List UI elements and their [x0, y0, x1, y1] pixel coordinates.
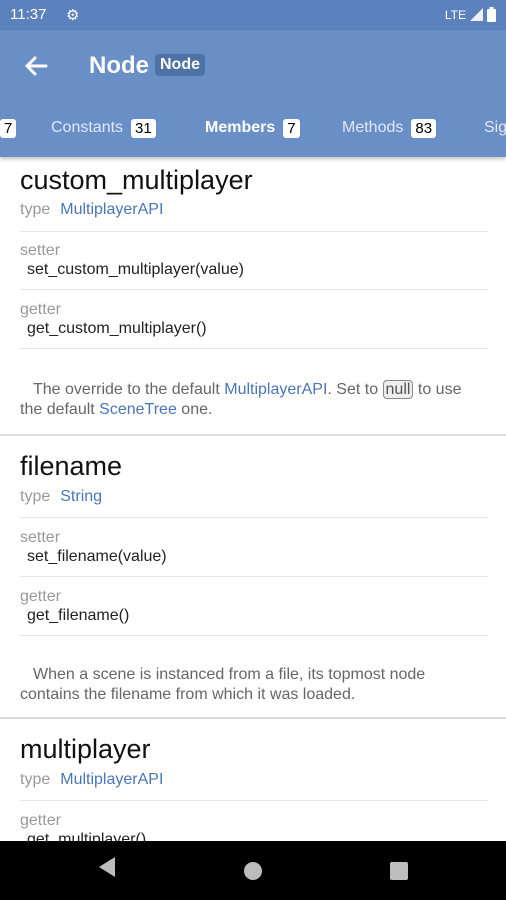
link-multiplayerapi[interactable]: MultiplayerAPI [224, 381, 327, 398]
member-description: When a scene is instanced from a file, i… [20, 666, 426, 703]
member-name: multiplayer [20, 734, 151, 764]
tab-label: Members [205, 119, 276, 136]
member-description: The override to the default MultiplayerA… [20, 380, 462, 418]
arrow-left-icon[interactable] [20, 50, 52, 82]
tab-count: 7 [283, 118, 300, 138]
divider [20, 635, 488, 636]
app-bar: Node Node 7 Constants 31 Members 7 Metho… [0, 30, 506, 157]
tab-methods[interactable]: Methods 83 [342, 108, 437, 148]
tab-signals[interactable]: Sig [484, 108, 506, 148]
tab-label: Methods [342, 119, 404, 136]
type-label: type [20, 771, 51, 788]
divider [20, 348, 488, 349]
tab-bar: 7 Constants 31 Members 7 Methods 83 Sig [0, 108, 506, 148]
gear-icon: ⚙ [66, 7, 80, 24]
member-name: custom_multiplayer [20, 165, 253, 195]
page-title: Node [89, 52, 149, 79]
setter-label: setter [20, 242, 61, 259]
type-link[interactable]: String [60, 488, 102, 505]
class-chip: Node [155, 54, 205, 76]
type-link[interactable]: MultiplayerAPI [60, 771, 163, 788]
divider [20, 800, 488, 801]
nav-recents-icon[interactable] [390, 862, 408, 880]
divider [20, 517, 488, 518]
nav-home-icon[interactable] [243, 861, 263, 881]
signal-icon [470, 8, 483, 21]
link-scenetree[interactable]: SceneTree [99, 401, 177, 418]
tab-constants[interactable]: Constants 31 [51, 108, 156, 148]
setter-label: setter [20, 529, 61, 546]
getter-label: getter [20, 588, 61, 605]
tab-label: Sig [484, 119, 506, 136]
divider [20, 289, 488, 290]
tab-count: 83 [411, 118, 437, 138]
member-type-line: type String [20, 488, 102, 506]
status-bar: 11:37 ⚙ LTE [0, 0, 506, 30]
divider [20, 231, 488, 232]
section-separator [0, 717, 506, 719]
section-separator [0, 434, 506, 436]
setter-value: set_filename(value) [27, 548, 167, 565]
tab-count: 31 [131, 118, 156, 138]
member-type-line: type MultiplayerAPI [20, 201, 163, 219]
type-label: type [20, 201, 51, 218]
member-type-line: type MultiplayerAPI [20, 771, 163, 789]
status-right: LTE [445, 7, 496, 22]
status-time: 11:37 [10, 6, 47, 23]
divider [20, 576, 488, 577]
network-label: LTE [444, 7, 466, 22]
code-null: null [382, 380, 414, 399]
system-nav-bar [0, 841, 506, 900]
getter-label: getter [20, 301, 61, 318]
tab-previous[interactable]: 7 [0, 108, 17, 148]
getter-value: get_filename() [27, 607, 130, 624]
nav-back-icon[interactable] [97, 856, 117, 878]
battery-icon [487, 7, 496, 22]
getter-value: get_custom_multiplayer() [27, 320, 207, 337]
getter-value: get_multiplayer() [27, 831, 147, 841]
setter-value: set_custom_multiplayer(value) [27, 261, 244, 278]
type-link[interactable]: MultiplayerAPI [60, 201, 163, 218]
member-name: filename [20, 451, 123, 481]
tab-members[interactable]: Members 7 [205, 108, 300, 148]
tab-count: 7 [0, 118, 17, 138]
members-list[interactable]: custom_multiplayer type MultiplayerAPI se… [0, 157, 506, 841]
tab-label: Constants [51, 119, 124, 136]
type-label: type [20, 488, 51, 505]
getter-label: getter [20, 812, 61, 829]
